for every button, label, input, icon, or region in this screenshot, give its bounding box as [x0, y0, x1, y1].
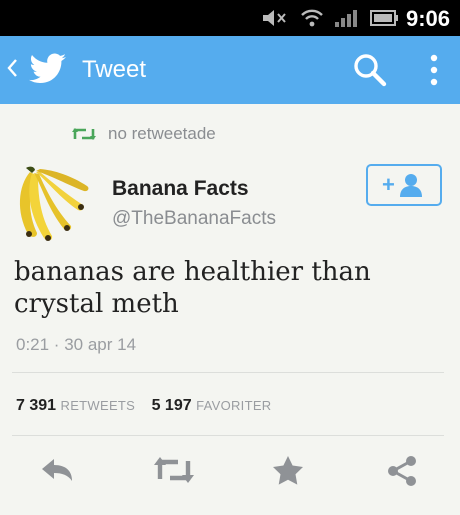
tweet-text: bananas are healthier than crystal meth — [14, 257, 371, 319]
clock: 9:06 — [405, 6, 450, 31]
favorite-star-icon[interactable] — [272, 455, 304, 490]
favorites-count: 5 197 — [151, 397, 192, 414]
favorites-label: FAVORITER — [196, 398, 272, 413]
avatar[interactable] — [14, 164, 96, 249]
retweets-label: RETWEETS — [60, 398, 136, 413]
retweet-icon[interactable] — [154, 455, 194, 490]
back-chevron-icon[interactable] — [6, 56, 18, 86]
person-add-icon — [398, 172, 424, 203]
follow-plus: + — [382, 172, 395, 197]
retweet-icon — [72, 126, 96, 147]
divider — [12, 435, 444, 436]
author-name[interactable]: Banana Facts — [112, 177, 249, 201]
follow-button[interactable]: + — [366, 164, 442, 206]
app-bar: Tweet — [0, 36, 460, 104]
retweets-count: 7 391 — [16, 397, 57, 414]
reply-icon[interactable] — [40, 455, 74, 490]
favorites-stat[interactable]: 5 197 FAVORITER — [152, 397, 272, 414]
tweet-stats: 7 391 RETWEETS 5 197 FAVORITER — [16, 397, 272, 415]
wifi-icon — [300, 8, 324, 33]
twitter-bird-icon[interactable] — [28, 52, 68, 91]
search-icon[interactable] — [352, 52, 388, 93]
status-bar: 9:06 — [0, 0, 460, 36]
more-vert-icon[interactable] — [424, 52, 444, 93]
retweets-stat[interactable]: 7 391 RETWEETS — [16, 397, 140, 414]
tweet-timestamp[interactable]: 0:21 · 30 apr 14 — [16, 335, 136, 355]
author-handle[interactable]: @TheBananaFacts — [112, 208, 276, 230]
muted-volume-icon — [262, 8, 288, 33]
battery-icon — [370, 8, 400, 33]
divider — [12, 372, 444, 373]
page-title: Tweet — [82, 56, 147, 83]
retweet-context-text: no retweetade — [108, 124, 216, 143]
signal-icon — [334, 8, 360, 33]
share-icon[interactable] — [386, 455, 418, 492]
